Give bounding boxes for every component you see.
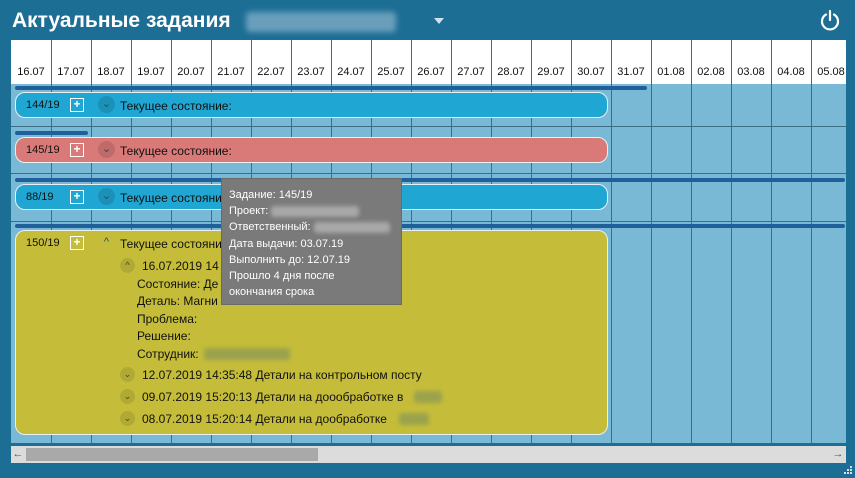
resize-grip-icon[interactable] — [844, 466, 852, 474]
tooltip-overdue-1: Прошло 4 дня после — [229, 270, 335, 283]
date-label: 30.07 — [577, 66, 605, 78]
task-id: 150/19 — [26, 237, 60, 249]
date-label: 24.07 — [337, 66, 365, 78]
tooltip-task: Задание: 145/19 — [229, 189, 313, 201]
task-state-label: Текущее состояние: — [120, 237, 232, 251]
task-header: 144/19 + ⌄ Текущее состояние: — [16, 93, 607, 119]
collapse-toggle-icon[interactable]: ^ — [98, 234, 115, 251]
task-state-label: Текущее состояние: — [120, 191, 232, 205]
task-tooltip: Задание: 145/19 Проект: Ответственный: Д… — [221, 178, 402, 305]
user-name-redacted — [246, 12, 396, 32]
location-redacted — [414, 391, 442, 403]
tooltip-responsible: Ответственный: — [229, 221, 311, 234]
task-duration-bar — [15, 131, 88, 135]
date-label: 01.08 — [657, 66, 685, 78]
date-label: 18.07 — [97, 66, 125, 78]
task-duration-bar — [15, 86, 647, 90]
date-label: 05.08 — [817, 66, 845, 78]
page-title: Актуальные задания — [12, 9, 231, 32]
power-icon[interactable] — [819, 9, 841, 31]
day-column-divider — [771, 40, 772, 443]
date-label: 22.07 — [257, 66, 285, 78]
detail-solution: Решение: — [137, 329, 191, 343]
task-id: 145/19 — [26, 144, 60, 156]
collapse-toggle-icon[interactable]: ^ — [120, 258, 135, 273]
tooltip-project-row: Проект: — [229, 203, 401, 219]
responsible-redacted — [313, 222, 390, 233]
date-label: 26.07 — [417, 66, 445, 78]
history-entry: 12.07.2019 14:35:48 Детали на контрольно… — [142, 368, 422, 382]
tooltip-project: Проект: — [229, 205, 269, 218]
history-entry: 08.07.2019 15:20:14 Детали на дообработк… — [142, 412, 387, 426]
timeline-board: 16.07 17.07 18.07 19.07 20.07 21.07 22.07 23.07… — [11, 40, 846, 443]
location-redacted — [399, 413, 429, 425]
employee-name-redacted — [204, 348, 290, 360]
day-column-divider — [611, 40, 612, 443]
date-label: 27.07 — [457, 66, 485, 78]
task-state-label: Текущее состояние: — [120, 144, 232, 158]
day-column-divider — [651, 40, 652, 443]
task-duration-bar — [15, 224, 845, 228]
history-entry: 09.07.2019 15:20:13 Детали на доообработ… — [142, 390, 404, 404]
date-label: 04.08 — [777, 66, 805, 78]
history-entry-datetime: 16.07.2019 14 — [142, 259, 219, 273]
detail-employee: Сотрудник: — [137, 347, 199, 361]
add-icon[interactable]: + — [70, 143, 84, 157]
date-label: 25.07 — [377, 66, 405, 78]
detail-part: Деталь: Магни — [137, 294, 218, 308]
day-column-divider — [811, 40, 812, 443]
detail-state: Состояние: Де — [137, 277, 219, 291]
expand-toggle-icon[interactable]: ⌄ — [98, 96, 115, 113]
task-id: 144/19 — [26, 99, 60, 111]
expand-toggle-icon[interactable]: ⌄ — [120, 389, 135, 404]
title-bar: Актуальные задания — [0, 0, 855, 40]
row-divider — [11, 126, 846, 127]
tooltip-issue-date: Дата выдачи: 03.07.19 — [229, 237, 344, 250]
tooltip-due-date: Выполнить до: 12.07.19 — [229, 253, 351, 266]
expand-toggle-icon[interactable]: ⌄ — [98, 141, 115, 158]
day-column-divider — [731, 40, 732, 443]
row-divider — [11, 173, 846, 174]
row-divider — [11, 221, 846, 222]
date-label: 28.07 — [497, 66, 525, 78]
detail-problem: Проблема: — [137, 312, 198, 326]
expand-toggle-icon[interactable]: ⌄ — [98, 188, 115, 205]
day-column-divider — [691, 40, 692, 443]
tooltip-overdue-2: окончания срока — [229, 286, 315, 299]
scroll-left-icon[interactable]: ← — [11, 446, 25, 463]
task-id: 88/19 — [26, 191, 54, 203]
scroll-right-icon[interactable]: → — [831, 446, 845, 463]
chevron-down-icon[interactable] — [434, 18, 444, 24]
date-label: 19.07 — [137, 66, 165, 78]
date-label: 16.07 — [17, 66, 45, 78]
horizontal-scrollbar[interactable]: ← → — [11, 446, 846, 463]
add-icon[interactable]: + — [70, 236, 84, 250]
project-redacted — [271, 205, 360, 217]
date-label: 23.07 — [297, 66, 325, 78]
date-label: 21.07 — [217, 66, 245, 78]
task-row[interactable]: 145/19 + ⌄ Текущее состояние: — [15, 137, 608, 163]
expand-toggle-icon[interactable]: ⌄ — [120, 411, 135, 426]
date-label: 02.08 — [697, 66, 725, 78]
expand-toggle-icon[interactable]: ⌄ — [120, 367, 135, 382]
scrollbar-thumb[interactable] — [26, 448, 318, 461]
task-state-label: Текущее состояние: — [120, 99, 232, 113]
date-label: 20.07 — [177, 66, 205, 78]
task-row[interactable]: 144/19 + ⌄ Текущее состояние: — [15, 92, 608, 118]
date-label: 17.07 — [57, 66, 85, 78]
date-label: 29.07 — [537, 66, 565, 78]
add-icon[interactable]: + — [70, 190, 84, 204]
task-header: 145/19 + ⌄ Текущее состояние: — [16, 138, 607, 164]
date-label: 31.07 — [617, 66, 645, 78]
add-icon[interactable]: + — [70, 98, 84, 112]
tooltip-responsible-row: Ответственный: — [229, 219, 401, 235]
task-duration-bar — [15, 178, 845, 182]
date-label: 03.08 — [737, 66, 765, 78]
